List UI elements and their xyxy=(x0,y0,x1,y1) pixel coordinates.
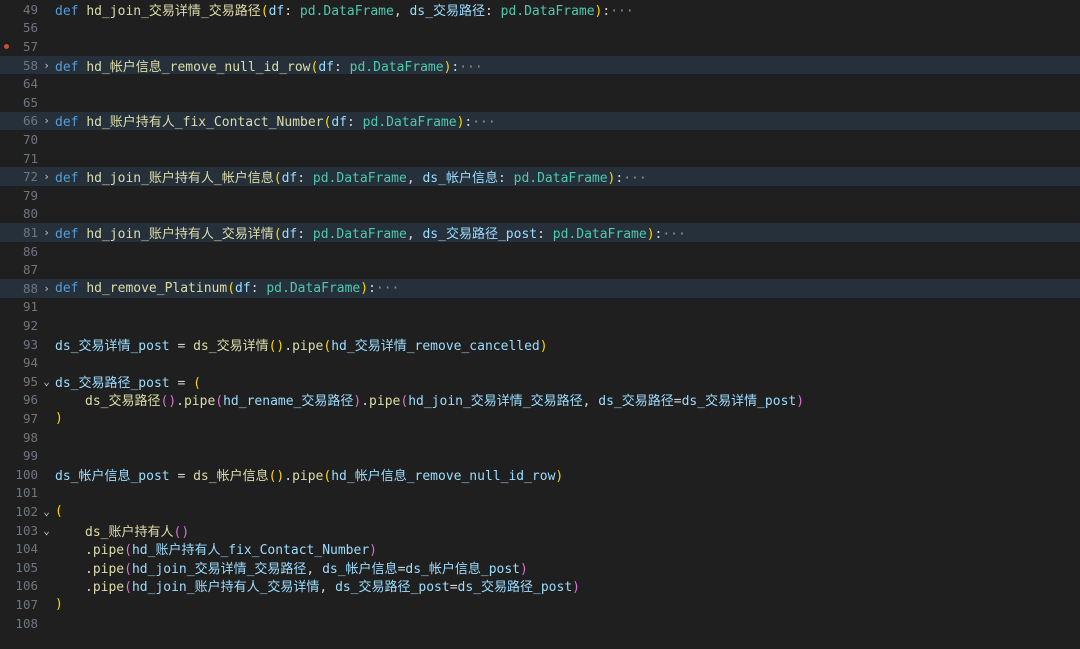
line-code: ds_交易路径().pipe(hd_rename_交易路径).pipe(hd_j… xyxy=(85,394,805,410)
code-line-66[interactable]: 66 › def hd_账户持有人_fix_Contact_Number(df:… xyxy=(0,111,1080,131)
folded-ellipsis: ··· xyxy=(472,115,496,131)
code-line-101[interactable]: 101 xyxy=(0,484,1080,503)
line-code: def hd_join_账户持有人_交易详情(df: pd.DataFrame,… xyxy=(55,226,686,242)
line-number: 70 xyxy=(22,131,38,147)
line-number: 65 xyxy=(22,94,38,110)
folded-ellipsis: ··· xyxy=(375,280,400,296)
code-line-99[interactable]: 99 xyxy=(0,446,1080,465)
line-number: 95 xyxy=(22,373,38,389)
line-code: ds_帐户信息_post = ds_帐户信息().pipe(hd_帐户信息_re… xyxy=(55,468,564,484)
code-line-93[interactable]: 93 ds_交易详情_post = ds_交易详情().pipe(hd_交易详情… xyxy=(0,335,1080,354)
line-number: 105 xyxy=(15,559,38,575)
line-number: 92 xyxy=(22,317,38,333)
line-number: 104 xyxy=(15,541,38,557)
line-number: 98 xyxy=(22,429,38,445)
folded-ellipsis: ··· xyxy=(623,171,647,187)
line-number: 93 xyxy=(22,336,38,352)
line-number: 64 xyxy=(22,76,38,92)
code-line-94[interactable]: 94 xyxy=(0,353,1080,372)
code-editor[interactable]: 49 def hd_join_交易详情_交易路径(df: pd.DataFram… xyxy=(0,0,1080,649)
code-line-92[interactable]: 92 xyxy=(0,316,1080,335)
code-line-81[interactable]: 81 › def hd_join_账户持有人_交易详情(df: pd.DataF… xyxy=(0,223,1080,242)
line-code: ( xyxy=(55,503,63,519)
code-line-107[interactable]: 107 ) xyxy=(0,595,1080,614)
line-number: 107 xyxy=(15,596,38,612)
chevron-down-icon[interactable]: ⌄ xyxy=(38,524,55,537)
code-line-102[interactable]: 102 ⌄ ( xyxy=(0,502,1080,521)
line-number: 66 xyxy=(22,113,38,129)
line-number: 101 xyxy=(15,485,38,501)
line-code: def hd_帐户信息_remove_null_id_row(df: pd.Da… xyxy=(55,59,483,75)
line-number: 71 xyxy=(22,150,38,166)
line-code: .pipe(hd_join_交易详情_交易路径, ds_帐户信息=ds_帐户信息… xyxy=(85,561,528,577)
code-line-56[interactable]: 56 xyxy=(0,19,1080,38)
code-line-98[interactable]: 98 xyxy=(0,428,1080,447)
chevron-right-icon[interactable]: › xyxy=(38,170,55,183)
code-line-91[interactable]: 91 xyxy=(0,298,1080,317)
line-number: 91 xyxy=(22,299,38,315)
line-code: def hd_join_交易详情_交易路径(df: pd.DataFrame, … xyxy=(55,3,634,19)
line-code: def hd_join_账户持有人_帐户信息(df: pd.DataFrame,… xyxy=(55,171,647,187)
code-line-71[interactable]: 71 xyxy=(0,149,1080,168)
line-number: 108 xyxy=(15,615,38,631)
code-line-70[interactable]: 70 xyxy=(0,130,1080,149)
code-line-65[interactable]: 65 xyxy=(0,93,1080,112)
code-line-97[interactable]: 97 ) xyxy=(0,409,1080,428)
code-line-80[interactable]: 80 xyxy=(0,205,1080,224)
line-number: 102 xyxy=(15,503,38,519)
line-number: 81 xyxy=(22,224,38,240)
chevron-right-icon[interactable]: › xyxy=(38,226,55,239)
chevron-down-icon[interactable]: ⌄ xyxy=(38,375,55,388)
code-line-57[interactable]: 57 xyxy=(0,37,1080,56)
line-number: 79 xyxy=(22,187,38,203)
code-line-95[interactable]: 95 ⌄ ds_交易路径_post = ( xyxy=(0,372,1080,391)
code-line-106[interactable]: 106 .pipe(hd_join_账户持有人_交易详情, ds_交易路径_po… xyxy=(0,577,1080,596)
code-line-86[interactable]: 86 xyxy=(0,242,1080,261)
line-number: 94 xyxy=(22,355,38,371)
chevron-right-icon[interactable]: › xyxy=(38,114,55,127)
code-line-100[interactable]: 100 ds_帐户信息_post = ds_帐户信息().pipe(hd_帐户信… xyxy=(0,465,1080,484)
code-line-58[interactable]: 58 › def hd_帐户信息_remove_null_id_row(df: … xyxy=(0,55,1080,75)
folded-ellipsis: ··· xyxy=(662,226,686,242)
line-number: 96 xyxy=(22,392,38,408)
line-number: 58 xyxy=(22,57,38,73)
line-code: ds_账户持有人() xyxy=(85,524,190,540)
line-number: 88 xyxy=(22,280,38,296)
line-code: ds_交易详情_post = ds_交易详情().pipe(hd_交易详情_re… xyxy=(55,338,548,354)
line-number: 86 xyxy=(22,243,38,259)
line-code: def hd_账户持有人_fix_Contact_Number(df: pd.D… xyxy=(55,115,496,131)
code-line-88[interactable]: 88 › def hd_remove_Platinum(df: pd.DataF… xyxy=(0,279,1080,298)
chevron-down-icon[interactable]: ⌄ xyxy=(38,505,55,518)
code-line-108[interactable]: 108 xyxy=(0,614,1080,633)
line-code: ds_交易路径_post = ( xyxy=(55,375,201,391)
line-number: 99 xyxy=(22,448,38,464)
code-line-49[interactable]: 49 def hd_join_交易详情_交易路径(df: pd.DataFram… xyxy=(0,0,1080,19)
code-line-72[interactable]: 72 › def hd_join_账户持有人_帐户信息(df: pd.DataF… xyxy=(0,167,1080,186)
chevron-right-icon[interactable]: › xyxy=(38,59,55,72)
line-code: ) xyxy=(55,596,63,612)
folded-ellipsis: ··· xyxy=(459,59,483,75)
line-number: 49 xyxy=(22,1,38,17)
line-number: 56 xyxy=(22,20,38,36)
line-number: 100 xyxy=(15,466,38,482)
line-code: .pipe(hd_join_账户持有人_交易详情, ds_交易路径_post=d… xyxy=(85,580,580,596)
line-number: 87 xyxy=(22,262,38,278)
line-code: .pipe(hd_账户持有人_fix_Contact_Number) xyxy=(85,543,377,559)
code-line-64[interactable]: 64 xyxy=(0,74,1080,93)
line-code: def hd_remove_Platinum(df: pd.DataFrame)… xyxy=(55,280,400,296)
code-line-96[interactable]: 96 ds_交易路径().pipe(hd_rename_交易路径).pipe(h… xyxy=(0,391,1080,410)
line-number: 80 xyxy=(22,206,38,222)
code-line-105[interactable]: 105 .pipe(hd_join_交易详情_交易路径, ds_帐户信息=ds_… xyxy=(0,558,1080,577)
line-code: ) xyxy=(55,410,63,426)
code-line-87[interactable]: 87 xyxy=(0,260,1080,279)
line-number: 97 xyxy=(22,410,38,426)
code-line-104[interactable]: 104 .pipe(hd_账户持有人_fix_Contact_Number) xyxy=(0,539,1080,558)
line-number: 103 xyxy=(15,522,38,538)
line-number: 72 xyxy=(22,169,38,185)
code-line-103[interactable]: 103 ⌄ ds_账户持有人() xyxy=(0,521,1080,540)
folded-ellipsis: ··· xyxy=(610,3,634,19)
code-line-79[interactable]: 79 xyxy=(0,186,1080,205)
chevron-right-icon[interactable]: › xyxy=(38,282,55,295)
line-number: 106 xyxy=(15,578,38,594)
